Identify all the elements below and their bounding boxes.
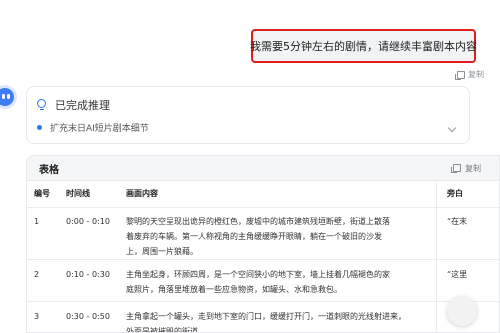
content-line: 黎明的天空呈现出诡异的橙红色，废墟中的城市建筑残垣断壁，街道上散落: [126, 217, 390, 226]
header-time: 时间线: [66, 189, 90, 198]
content-line: 上，周围一片狼藉。: [126, 247, 198, 256]
table-card: 表格 复制 编号 时间线 画面内容 旁白 1 0:00 - 0:10 黎明的天空…: [26, 155, 500, 333]
row-content: 黎明的天空呈现出诡异的橙红色，废墟中的城市建筑残垣断壁，街道上散落 着废弃的车辆…: [126, 214, 424, 259]
row-id: 1: [34, 217, 40, 226]
chevron-down-icon[interactable]: [447, 123, 457, 133]
step-dot-icon: [37, 125, 42, 130]
assistant-avatar: [0, 88, 14, 106]
header-id: 编号: [34, 189, 50, 198]
content-line: 着废弃的车辆。第一人称视角的主角缓缓睁开眼睛，躺在一个破旧的沙发: [126, 232, 382, 241]
copy-message-button[interactable]: 复制: [455, 69, 484, 80]
reasoning-step: 扩充末日AI短片剧本细节: [37, 121, 149, 134]
copy-icon: [451, 164, 461, 173]
content-line: 庭照片，角落里堆放着一些应急物资，如罐头、水和急救包。: [126, 285, 342, 294]
row-id: 3: [34, 312, 40, 321]
header-content: 画面内容: [126, 189, 158, 198]
row-id: 2: [34, 270, 40, 279]
row-content: 主角坐起身，环顾四周，是一个空间狭小的地下室，墙上挂着几幅褪色的家 庭照片，角落…: [126, 267, 424, 297]
reasoning-status: 已完成推理: [55, 99, 110, 112]
row-narration: “在末: [447, 217, 468, 226]
content-line: 主角坐起身，环顾四周，是一个空间狭小的地下室，墙上挂着几幅褪色的家: [126, 270, 390, 279]
reasoning-panel[interactable]: 已完成推理 扩充末日AI短片剧本细节: [26, 86, 470, 144]
table-row: 2 0:10 - 0:30 主角坐起身，环顾四周，是一个空间狭小的地下室，墙上挂…: [27, 260, 499, 302]
content-line: 主角拿起一个罐头，走到地下室的门口，缓缓打开门，一道刺眼的光线射进来，: [126, 312, 406, 321]
user-message-bubble: 我需要5分钟左右的剧情，请继续丰富剧本内容: [250, 29, 477, 63]
table-row: 3 0:30 - 0:50 主角拿起一个罐头，走到地下室的门口，缓缓打开门，一道…: [27, 302, 499, 333]
row-time: 0:30 - 0:50: [66, 312, 110, 321]
table-title: 表格: [39, 164, 59, 176]
copy-icon: [455, 70, 465, 80]
reasoning-header: 已完成推理: [37, 97, 110, 113]
row-time: 0:00 - 0:10: [66, 217, 110, 226]
scroll-button[interactable]: [447, 296, 477, 326]
copy-table-button[interactable]: 复制: [451, 163, 481, 174]
copy-message-label: 复制: [468, 70, 484, 79]
content-line: 外面是被摧毁的街道。: [126, 327, 206, 333]
row-time: 0:10 - 0:30: [66, 270, 110, 279]
lightbulb-icon: [37, 99, 47, 111]
reasoning-step-label: 扩充末日AI短片剧本细节: [50, 124, 149, 134]
copy-table-label: 复制: [465, 163, 481, 173]
column-divider: [436, 180, 437, 332]
row-content: 主角拿起一个罐头，走到地下室的门口，缓缓打开门，一道刺眼的光线射进来， 外面是被…: [126, 309, 424, 333]
header-narration: 旁白: [447, 189, 463, 198]
table-row: 1 0:00 - 0:10 黎明的天空呈现出诡异的橙红色，废墟中的城市建筑残垣断…: [27, 208, 499, 260]
user-message-text: 我需要5分钟左右的剧情，请继续丰富剧本内容: [250, 40, 477, 53]
row-narration: “这里: [447, 270, 468, 279]
table-toolbar: 表格 复制: [27, 156, 499, 181]
table-header-row: 编号 时间线 画面内容 旁白: [27, 180, 499, 208]
